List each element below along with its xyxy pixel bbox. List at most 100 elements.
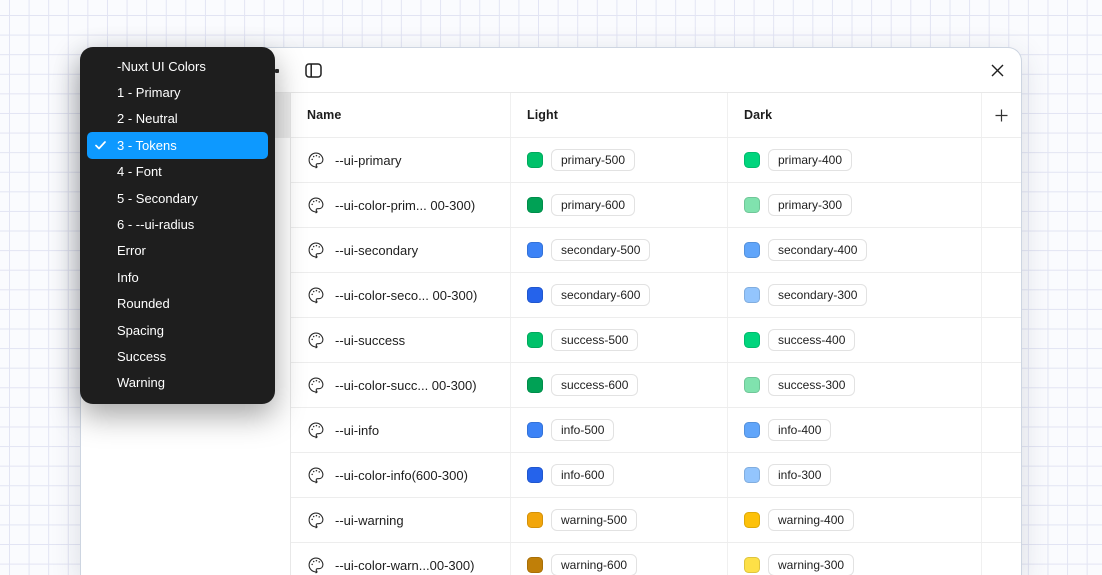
- light-value-cell[interactable]: secondary-600: [511, 273, 728, 317]
- token-chip[interactable]: info-400: [768, 419, 831, 441]
- palette-icon: [307, 376, 325, 394]
- variable-name-cell[interactable]: --ui-color-info(600-300): [291, 453, 511, 497]
- variable-name-cell[interactable]: --ui-info: [291, 408, 511, 452]
- menu-item-label: Rounded: [117, 296, 170, 311]
- table-row: --ui-color-info(600-300) info-600 info-3…: [291, 453, 1021, 498]
- menu-item[interactable]: Spacing: [87, 317, 268, 343]
- empty-cell: [982, 363, 1021, 407]
- variable-name-cell[interactable]: --ui-success: [291, 318, 511, 362]
- dark-value-cell[interactable]: info-300: [728, 453, 982, 497]
- color-swatch: [527, 197, 543, 213]
- dark-value-cell[interactable]: success-400: [728, 318, 982, 362]
- token-chip[interactable]: secondary-400: [768, 239, 867, 261]
- light-value-cell[interactable]: info-500: [511, 408, 728, 452]
- add-mode-button[interactable]: [988, 101, 1016, 129]
- dark-value-cell[interactable]: primary-300: [728, 183, 982, 227]
- variable-name-cell[interactable]: --ui-color-prim... 00-300): [291, 183, 511, 227]
- token-chip[interactable]: success-400: [768, 329, 855, 351]
- variable-name-cell[interactable]: --ui-color-succ... 00-300): [291, 363, 511, 407]
- token-chip[interactable]: warning-500: [551, 509, 637, 531]
- table-rows: --ui-primary primary-500 primary-400 --u…: [291, 138, 1021, 575]
- variable-name: --ui-color-seco... 00-300): [335, 288, 477, 303]
- column-header-name: Name: [291, 93, 511, 137]
- palette-icon: [307, 151, 325, 169]
- variable-name-cell[interactable]: --ui-color-warn...00-300): [291, 543, 511, 575]
- table-row: --ui-secondary secondary-500 secondary-4…: [291, 228, 1021, 273]
- light-value-cell[interactable]: success-500: [511, 318, 728, 362]
- menu-item-label: 4 - Font: [117, 164, 162, 179]
- token-chip[interactable]: info-600: [551, 464, 614, 486]
- light-value-cell[interactable]: success-600: [511, 363, 728, 407]
- menu-item[interactable]: Warning: [87, 370, 268, 396]
- token-chip[interactable]: success-600: [551, 374, 638, 396]
- menu-item-label: 3 - Tokens: [117, 138, 177, 153]
- menu-item[interactable]: Info: [87, 264, 268, 290]
- menu-item[interactable]: Error: [87, 238, 268, 264]
- dark-value-cell[interactable]: primary-400: [728, 138, 982, 182]
- empty-cell: [982, 408, 1021, 452]
- color-swatch: [527, 422, 543, 438]
- light-value-cell[interactable]: warning-600: [511, 543, 728, 575]
- variable-name: --ui-color-prim... 00-300): [335, 198, 475, 213]
- dark-value-cell[interactable]: info-400: [728, 408, 982, 452]
- token-chip[interactable]: primary-300: [768, 194, 852, 216]
- token-chip[interactable]: warning-300: [768, 554, 854, 575]
- token-chip[interactable]: primary-400: [768, 149, 852, 171]
- column-header-light: Light: [511, 93, 728, 137]
- dark-value-cell[interactable]: secondary-400: [728, 228, 982, 272]
- token-chip[interactable]: primary-600: [551, 194, 635, 216]
- menu-item[interactable]: Success: [87, 343, 268, 369]
- token-chip[interactable]: secondary-600: [551, 284, 650, 306]
- variable-name-cell[interactable]: --ui-primary: [291, 138, 511, 182]
- menu-item[interactable]: 6 - --ui-radius: [87, 211, 268, 237]
- token-chip[interactable]: secondary-300: [768, 284, 867, 306]
- token-chip[interactable]: warning-400: [768, 509, 854, 531]
- variable-name-cell[interactable]: --ui-color-seco... 00-300): [291, 273, 511, 317]
- menu-item[interactable]: -Nuxt UI Colors: [87, 53, 268, 79]
- menu-item[interactable]: 5 - Secondary: [87, 185, 268, 211]
- token-chip[interactable]: success-500: [551, 329, 638, 351]
- token-chip[interactable]: secondary-500: [551, 239, 650, 261]
- color-swatch: [527, 512, 543, 528]
- color-swatch: [744, 242, 760, 258]
- variable-name: --ui-color-warn...00-300): [335, 558, 474, 573]
- light-value-cell[interactable]: primary-600: [511, 183, 728, 227]
- menu-item[interactable]: 4 - Font: [87, 159, 268, 185]
- dark-value-cell[interactable]: success-300: [728, 363, 982, 407]
- light-value-cell[interactable]: primary-500: [511, 138, 728, 182]
- menu-item-label: Warning: [117, 375, 165, 390]
- light-value-cell[interactable]: warning-500: [511, 498, 728, 542]
- light-value-cell[interactable]: info-600: [511, 453, 728, 497]
- figma-canvas: Name Light Dark: [0, 0, 1102, 575]
- variable-name: --ui-success: [335, 333, 405, 348]
- menu-item[interactable]: 3 - Tokens: [87, 132, 268, 158]
- light-value-cell[interactable]: secondary-500: [511, 228, 728, 272]
- token-chip[interactable]: success-300: [768, 374, 855, 396]
- color-swatch: [744, 152, 760, 168]
- token-chip[interactable]: info-500: [551, 419, 614, 441]
- check-icon: [87, 141, 117, 150]
- table-row: --ui-info info-500 info-400: [291, 408, 1021, 453]
- empty-cell: [982, 453, 1021, 497]
- color-swatch: [744, 512, 760, 528]
- token-chip[interactable]: warning-600: [551, 554, 637, 575]
- dark-value-cell[interactable]: warning-400: [728, 498, 982, 542]
- dark-value-cell[interactable]: warning-300: [728, 543, 982, 575]
- empty-cell: [982, 228, 1021, 272]
- palette-icon: [307, 196, 325, 214]
- sidebar-toggle-button[interactable]: [299, 56, 327, 84]
- variable-name-cell[interactable]: --ui-warning: [291, 498, 511, 542]
- dark-value-cell[interactable]: secondary-300: [728, 273, 982, 317]
- variable-name-cell[interactable]: --ui-secondary: [291, 228, 511, 272]
- color-swatch: [744, 377, 760, 393]
- menu-item[interactable]: 2 - Neutral: [87, 106, 268, 132]
- variable-name: --ui-color-info(600-300): [335, 468, 468, 483]
- menu-item-label: Error: [117, 243, 146, 258]
- menu-item[interactable]: 1 - Primary: [87, 79, 268, 105]
- empty-cell: [982, 273, 1021, 317]
- menu-item[interactable]: Rounded: [87, 291, 268, 317]
- table-row: --ui-color-seco... 00-300) secondary-600…: [291, 273, 1021, 318]
- token-chip[interactable]: info-300: [768, 464, 831, 486]
- close-button[interactable]: [983, 56, 1011, 84]
- token-chip[interactable]: primary-500: [551, 149, 635, 171]
